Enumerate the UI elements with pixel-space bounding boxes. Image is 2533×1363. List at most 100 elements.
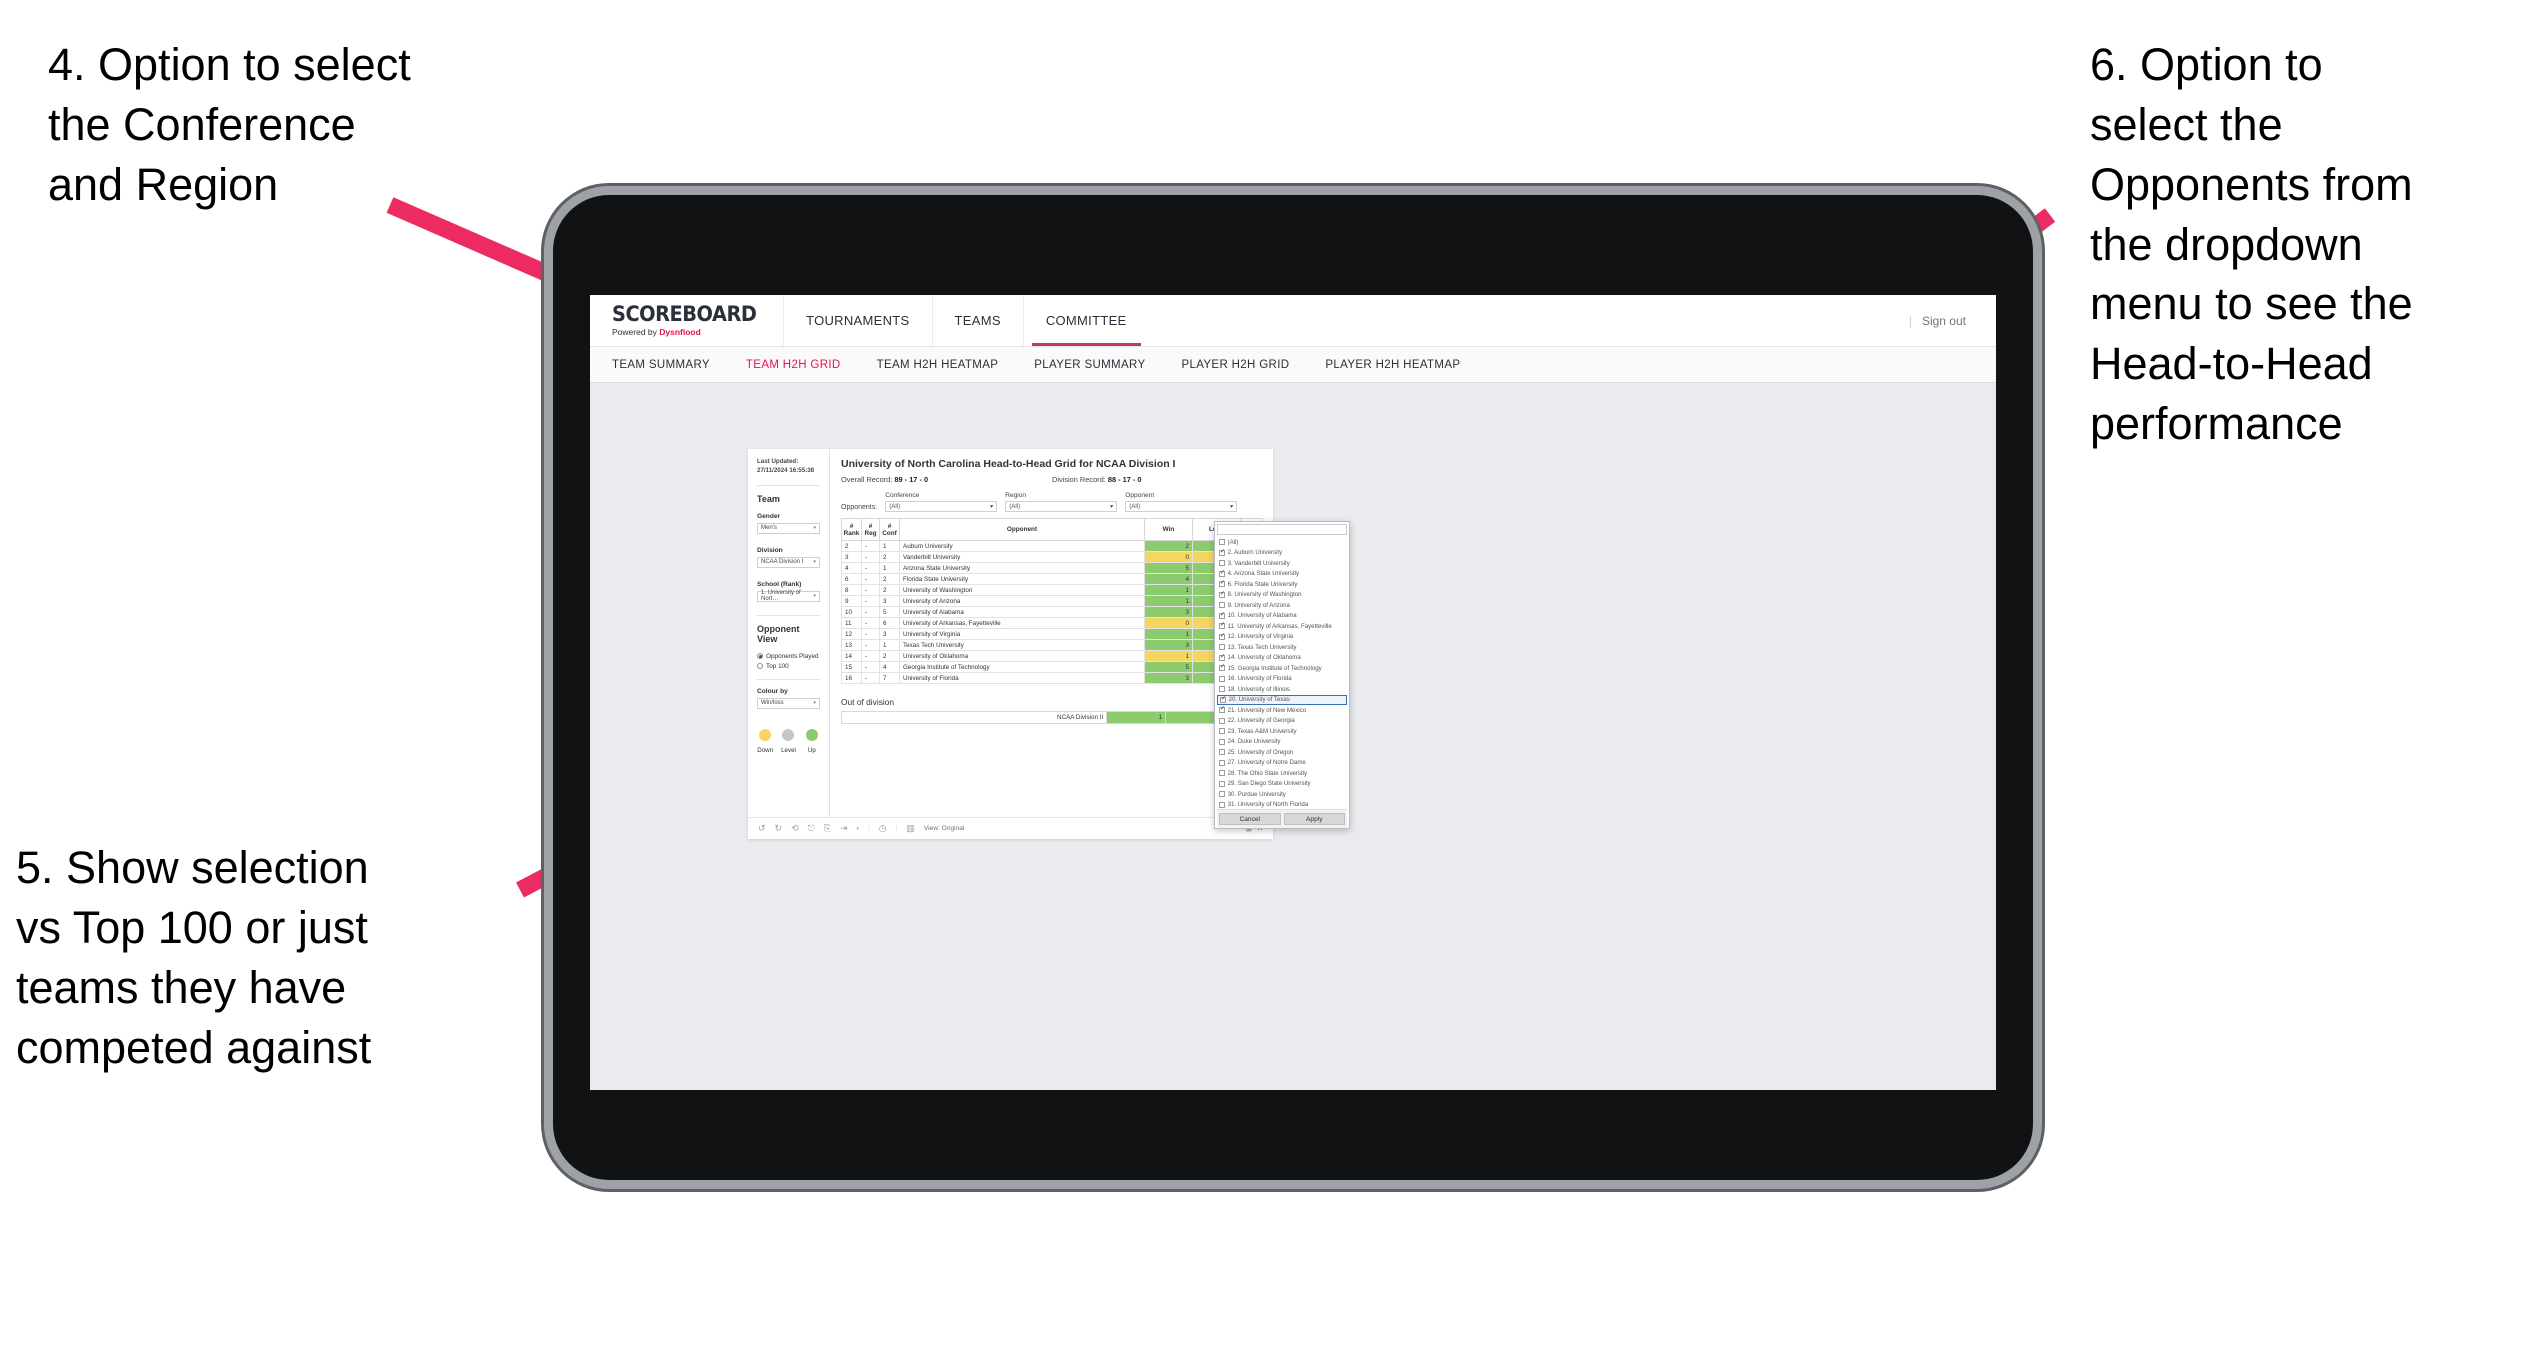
opponent-option[interactable]: 31. University of North Florida bbox=[1217, 800, 1347, 810]
checkbox-icon[interactable] bbox=[1219, 622, 1225, 630]
school-select[interactable]: 1. University of Nort… ▾ bbox=[757, 590, 820, 602]
checkbox-icon[interactable] bbox=[1219, 686, 1225, 693]
checkbox-icon[interactable] bbox=[1219, 644, 1225, 651]
checkbox-icon[interactable] bbox=[1219, 770, 1225, 777]
opponent-option[interactable]: 24. Duke University bbox=[1217, 737, 1347, 748]
subnav-player-summary[interactable]: PLAYER SUMMARY bbox=[1016, 359, 1163, 371]
checkbox-icon[interactable] bbox=[1219, 791, 1225, 798]
nav-item-tournaments[interactable]: TOURNAMENTS bbox=[783, 295, 931, 346]
checkbox-icon[interactable] bbox=[1219, 602, 1225, 609]
opponent-option[interactable]: 22. University of Georgia bbox=[1217, 716, 1347, 727]
table-row[interactable]: 6-2Florida State University42 bbox=[841, 573, 1263, 585]
checkbox-icon[interactable] bbox=[1219, 706, 1225, 714]
table-row[interactable]: 10-5University of Alabama30 bbox=[841, 606, 1263, 618]
table-row[interactable]: 8-2University of Washington10 bbox=[841, 584, 1263, 596]
checkbox-icon[interactable] bbox=[1219, 738, 1225, 745]
opponent-option-label: 14. University of Oklahoma bbox=[1227, 654, 1301, 662]
refresh-icon[interactable]: ⎋ bbox=[808, 824, 815, 833]
pause-icon[interactable]: ⎘ bbox=[824, 824, 831, 833]
cell-rank: 13 bbox=[841, 639, 862, 651]
opponent-option[interactable]: 27. University of Notre Dame bbox=[1217, 758, 1347, 769]
subnav-team-h2h-heatmap[interactable]: TEAM H2H HEATMAP bbox=[859, 359, 1017, 371]
opponent-option[interactable]: 30. Purdue University bbox=[1217, 789, 1347, 800]
nav-item-teams[interactable]: TEAMS bbox=[931, 295, 1023, 346]
table-row[interactable]: 15-4Georgia Institute of Technology50 bbox=[841, 661, 1263, 673]
table-row[interactable]: 4-1Arizona State University51 bbox=[841, 562, 1263, 574]
opponent-option[interactable]: (All) bbox=[1217, 537, 1347, 548]
gender-select[interactable]: Men's ▾ bbox=[757, 522, 820, 534]
undo-icon[interactable]: ↺ bbox=[758, 824, 766, 833]
opponent-option[interactable]: 25. University of Oregon bbox=[1217, 747, 1347, 758]
checkbox-icon[interactable] bbox=[1219, 749, 1225, 756]
opponent-option[interactable]: 4. Arizona State University bbox=[1217, 569, 1347, 580]
opponent-search-input[interactable] bbox=[1217, 524, 1347, 535]
checkbox-icon[interactable] bbox=[1219, 780, 1225, 787]
opponent-option[interactable]: 14. University of Oklahoma bbox=[1217, 653, 1347, 664]
table-row[interactable]: 13-1Texas Tech University30 bbox=[841, 639, 1263, 651]
table-row[interactable]: 2-1Auburn University21 bbox=[841, 540, 1263, 552]
opponent-option[interactable]: 9. University of Arizona bbox=[1217, 600, 1347, 611]
opponent-option[interactable]: 18. University of Illinois bbox=[1217, 684, 1347, 695]
opponent-option[interactable]: 28. The Ohio State University bbox=[1217, 768, 1347, 779]
opponent-option[interactable]: 2. Auburn University bbox=[1217, 548, 1347, 559]
colour-by-select[interactable]: Win/loss ▾ bbox=[757, 697, 820, 709]
table-row[interactable]: 9-3University of Arizona10 bbox=[841, 595, 1263, 607]
table-row[interactable]: 14-2University of Oklahoma12 bbox=[841, 650, 1263, 662]
opponent-option[interactable]: 11. University of Arkansas, Fayetteville bbox=[1217, 621, 1347, 632]
checkbox-icon[interactable] bbox=[1219, 654, 1225, 661]
checkbox-icon[interactable] bbox=[1219, 801, 1225, 808]
table-row[interactable]: 3-2Vanderbilt University04 bbox=[841, 551, 1263, 563]
table-row[interactable]: 11-6 University of Arkansas, Fayetteville… bbox=[841, 617, 1263, 629]
subnav-player-h2h-heatmap[interactable]: PLAYER H2H HEATMAP bbox=[1307, 359, 1478, 371]
opponent-option[interactable]: 21. University of New Mexico bbox=[1217, 705, 1347, 716]
share-icon[interactable]: ⇥ bbox=[840, 824, 848, 833]
redo-icon[interactable]: ↻ bbox=[775, 824, 783, 833]
table-row[interactable]: 12-3University of Virginia10 bbox=[841, 628, 1263, 640]
checkbox-icon[interactable] bbox=[1219, 728, 1225, 735]
history-icon[interactable]: ◷ bbox=[879, 824, 887, 833]
opponent-select[interactable]: (All) ▾ bbox=[1125, 501, 1238, 512]
checkbox-icon[interactable] bbox=[1219, 759, 1225, 766]
checkbox-icon[interactable] bbox=[1219, 539, 1225, 546]
subnav-player-h2h-grid[interactable]: PLAYER H2H GRID bbox=[1163, 359, 1307, 371]
opponent-option[interactable]: 29. San Diego State University bbox=[1217, 779, 1347, 790]
chevron-down-icon[interactable]: ▾ bbox=[857, 826, 860, 832]
app-logo[interactable]: SCOREBOARD Powered by Dysnflood bbox=[590, 295, 783, 346]
opponent-option[interactable]: 12. University of Virginia bbox=[1217, 632, 1347, 643]
opponent-option[interactable]: 6. Florida State University bbox=[1217, 579, 1347, 590]
cancel-button[interactable]: Cancel bbox=[1219, 813, 1281, 825]
nav-item-committee[interactable]: COMMITTEE bbox=[1022, 295, 1149, 346]
opponent-dropdown-popup[interactable]: (All) 2. Auburn University 3. Vanderbilt U… bbox=[1214, 521, 1350, 829]
opponent-option[interactable]: 8. University of Washington bbox=[1217, 590, 1347, 601]
table-row[interactable]: 16-7University of Florida31 bbox=[841, 672, 1263, 684]
checkbox-icon[interactable] bbox=[1220, 696, 1226, 703]
opponent-option[interactable]: 3. Vanderbilt University bbox=[1217, 558, 1347, 569]
region-select[interactable]: (All) ▾ bbox=[1005, 501, 1118, 512]
conference-select[interactable]: (All) ▾ bbox=[885, 501, 998, 512]
opponent-option[interactable]: 23. Texas A&M University bbox=[1217, 726, 1347, 737]
checkbox-icon[interactable] bbox=[1219, 560, 1225, 567]
checkbox-icon[interactable] bbox=[1219, 591, 1225, 598]
checkbox-icon[interactable] bbox=[1219, 580, 1225, 588]
checkbox-icon[interactable] bbox=[1219, 675, 1225, 682]
radio-top-100[interactable]: Top 100 bbox=[757, 663, 820, 670]
sign-out-link[interactable]: Sign out bbox=[1922, 314, 1966, 328]
checkbox-icon[interactable] bbox=[1219, 664, 1225, 672]
view-label[interactable]: View: Original bbox=[924, 825, 965, 832]
revert-icon[interactable]: ⟲ bbox=[791, 824, 799, 833]
checkbox-icon[interactable] bbox=[1219, 570, 1225, 577]
checkbox-icon[interactable] bbox=[1219, 633, 1225, 640]
subnav-team-summary[interactable]: TEAM SUMMARY bbox=[612, 359, 728, 371]
checkbox-icon[interactable] bbox=[1219, 549, 1225, 556]
apply-button[interactable]: Apply bbox=[1283, 813, 1345, 825]
subnav-team-h2h-grid[interactable]: TEAM H2H GRID bbox=[728, 359, 859, 371]
opponent-option[interactable]: 16. University of Florida bbox=[1217, 674, 1347, 685]
checkbox-icon[interactable] bbox=[1219, 717, 1225, 724]
opponent-option[interactable]: 15. Georgia Institute of Technology bbox=[1217, 663, 1347, 674]
opponent-option[interactable]: 13. Texas Tech University bbox=[1217, 642, 1347, 653]
radio-opponents-played[interactable]: Opponents Played bbox=[757, 653, 820, 660]
opponent-option[interactable]: 20. University of Texas bbox=[1217, 694, 1347, 705]
checkbox-icon[interactable] bbox=[1219, 612, 1225, 619]
division-select[interactable]: NCAA Division I ▾ bbox=[757, 556, 820, 568]
opponent-option[interactable]: 10. University of Alabama bbox=[1217, 611, 1347, 622]
